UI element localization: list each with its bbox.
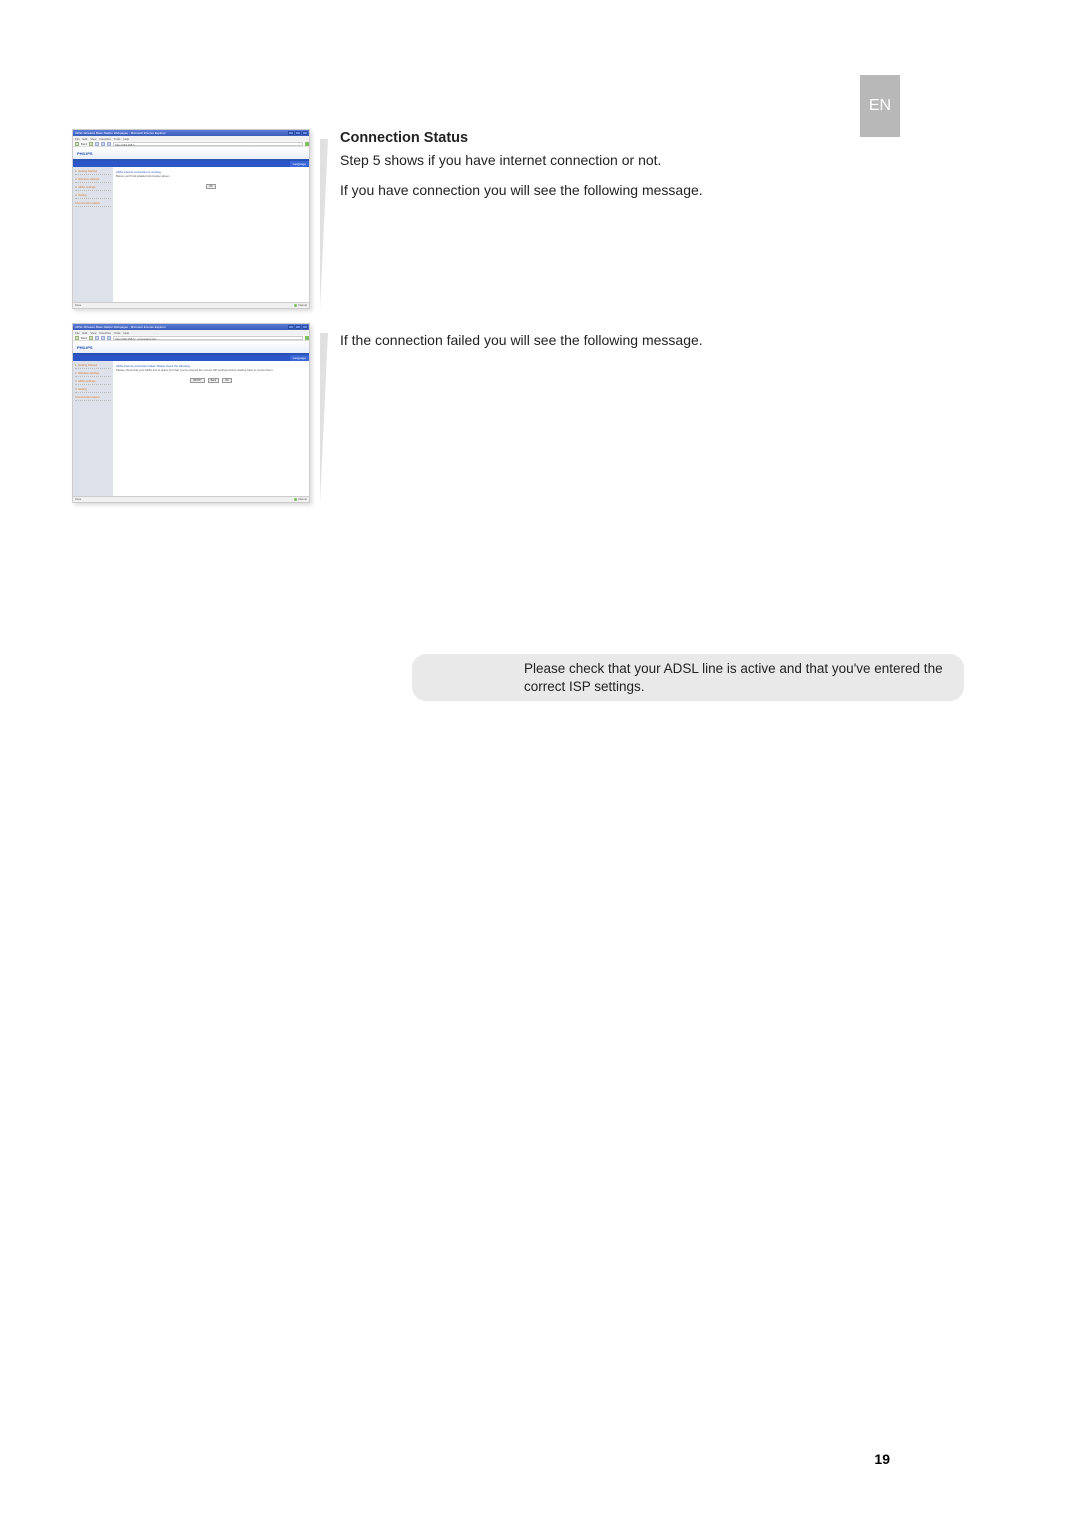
status-right: Internet bbox=[294, 304, 307, 307]
screenshot-success-wrap: ADSL Wireless Base Station Webpages - Mi… bbox=[72, 129, 320, 309]
ok-button: OK bbox=[222, 378, 232, 383]
success-note: If you have connection you will see the … bbox=[340, 181, 892, 200]
home-icon bbox=[107, 336, 111, 340]
go-icon bbox=[305, 142, 309, 146]
back-label: Back bbox=[81, 142, 87, 146]
shadow bbox=[320, 333, 328, 503]
window-controls bbox=[288, 131, 308, 135]
ss2-sidebar: 1. Getting Started 2. Wireless settings … bbox=[73, 361, 113, 496]
retry-button: RETRY bbox=[190, 378, 204, 383]
home-icon bbox=[107, 142, 111, 146]
sidebar-item: 2. Wireless settings bbox=[75, 371, 111, 377]
ss1-buttons: OK bbox=[116, 184, 306, 189]
row-fail: ADSL Wireless Base Station Webpages - Mi… bbox=[72, 323, 892, 503]
sidebar-item: 2. Wireless settings bbox=[75, 177, 111, 183]
section-title: Connection Status bbox=[340, 129, 892, 149]
shadow bbox=[320, 139, 328, 309]
fail-note: If the connection failed you will see th… bbox=[340, 331, 892, 350]
menu-fav: Favorites bbox=[99, 137, 111, 141]
ss1-body: 1. Getting Started 2. Wireless settings … bbox=[73, 167, 309, 302]
ss2-msg2: Please check that your ADSL line is acti… bbox=[116, 368, 306, 372]
sidebar-item: 3. ADSL settings bbox=[75, 379, 111, 385]
ss2-header: PHILIPS bbox=[73, 341, 309, 355]
window-controls bbox=[288, 325, 308, 329]
sidebar-item: 4. Saving bbox=[75, 193, 111, 199]
text-col-1: Connection Status Step 5 shows if you ha… bbox=[340, 129, 892, 212]
menu-tools: Tools bbox=[114, 137, 121, 141]
ss1-title: ADSL Wireless Base Station Webpages - Mi… bbox=[75, 131, 166, 135]
address-bar: http://192.168.1/...connection.stm bbox=[113, 336, 303, 340]
sidebar-item: 1. Getting Started bbox=[75, 363, 111, 369]
menu-edit: Edit bbox=[83, 137, 88, 141]
screenshot-fail: ADSL Wireless Base Station Webpages - Mi… bbox=[72, 323, 310, 503]
menu-file: File bbox=[75, 137, 80, 141]
menu-help: Help bbox=[123, 331, 129, 335]
sidebar-item: 3. ADSL settings bbox=[75, 185, 111, 191]
ss2-body: 1. Getting Started 2. Wireless settings … bbox=[73, 361, 309, 496]
address-bar: http://192.168.1 bbox=[113, 142, 303, 146]
ss2-main: ADSL internet connection failed. Please … bbox=[113, 361, 309, 496]
sidebar-item: 5.Connection status bbox=[75, 201, 111, 207]
intro-text: Step 5 shows if you have internet connec… bbox=[340, 151, 892, 170]
menu-tools: Tools bbox=[114, 331, 121, 335]
back-icon bbox=[75, 336, 79, 340]
sidebar-item: 4. Saving bbox=[75, 387, 111, 393]
sidebar-item: 5.Connection status bbox=[75, 395, 111, 401]
ss1-header: PHILIPS bbox=[73, 147, 309, 161]
screenshot-success: ADSL Wireless Base Station Webpages - Mi… bbox=[72, 129, 310, 309]
ss2-title: ADSL Wireless Base Station Webpages - Mi… bbox=[75, 325, 166, 329]
back-button: Back bbox=[208, 378, 220, 383]
fwd-icon bbox=[89, 336, 93, 340]
menu-edit: Edit bbox=[83, 331, 88, 335]
page-content: ADSL Wireless Base Station Webpages - Mi… bbox=[72, 129, 892, 517]
status-right: Internet bbox=[294, 498, 307, 501]
ss2-buttons: RETRY Back OK bbox=[116, 378, 306, 383]
menu-fav: Favorites bbox=[99, 331, 111, 335]
refresh-icon bbox=[101, 142, 105, 146]
ss2-statusbar: Done Internet bbox=[73, 496, 309, 502]
brand-logo: PHILIPS bbox=[77, 151, 93, 156]
sidebar-item: 1. Getting Started bbox=[75, 169, 111, 175]
ss1-msg2: Below you'll find detailed information a… bbox=[116, 174, 306, 178]
language-tab: EN bbox=[860, 75, 900, 137]
status-left: Done bbox=[75, 498, 81, 501]
ok-button: OK bbox=[206, 184, 216, 189]
page-number: 19 bbox=[874, 1451, 890, 1467]
fwd-icon bbox=[89, 142, 93, 146]
menu-file: File bbox=[75, 331, 80, 335]
screenshot-fail-wrap: ADSL Wireless Base Station Webpages - Mi… bbox=[72, 323, 320, 503]
text-col-2: If the connection failed you will see th… bbox=[340, 323, 892, 362]
back-label: Back bbox=[81, 336, 87, 340]
back-icon bbox=[75, 142, 79, 146]
ss1-sidebar: 1. Getting Started 2. Wireless settings … bbox=[73, 167, 113, 302]
brand-logo: PHILIPS bbox=[77, 345, 93, 350]
go-icon bbox=[305, 336, 309, 340]
menu-help: Help bbox=[123, 137, 129, 141]
status-left: Done bbox=[75, 304, 81, 307]
stop-icon bbox=[95, 336, 99, 340]
stop-icon bbox=[95, 142, 99, 146]
menu-view: View bbox=[90, 137, 96, 141]
warning-note: Please check that your ADSL line is acti… bbox=[412, 654, 964, 701]
ss1-statusbar: Done Internet bbox=[73, 302, 309, 308]
menu-view: View bbox=[90, 331, 96, 335]
refresh-icon bbox=[101, 336, 105, 340]
ss1-main: ADSL internet connection is working. Bel… bbox=[113, 167, 309, 302]
row-success: ADSL Wireless Base Station Webpages - Mi… bbox=[72, 129, 892, 309]
